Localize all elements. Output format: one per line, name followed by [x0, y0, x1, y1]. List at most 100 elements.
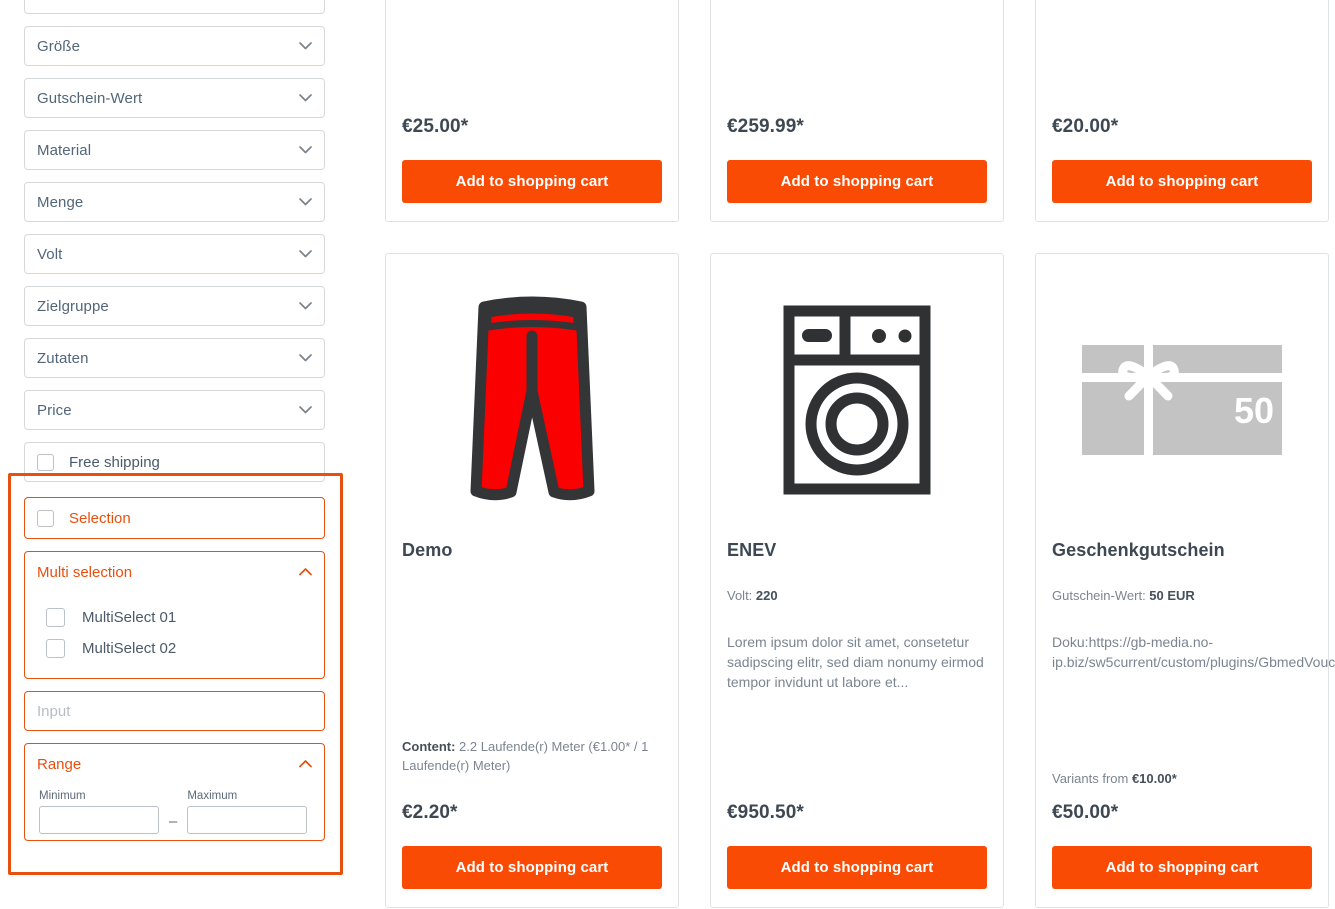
range-separator: –	[169, 813, 178, 830]
multiselect-02-checkbox[interactable]	[46, 639, 65, 658]
add-to-cart-button[interactable]: Add to shopping cart	[402, 160, 662, 203]
filter-list: Farbe Größe Gutschein-Wert Material Meng…	[24, 0, 325, 494]
chevron-down-icon[interactable]	[298, 195, 312, 209]
chevron-down-icon[interactable]	[298, 403, 312, 417]
product-grid: €25.00* Add to shopping cart €259.99* Ad…	[385, 0, 1335, 909]
add-to-cart-button[interactable]: Add to shopping cart	[1052, 160, 1312, 203]
filter-label: Material	[37, 141, 92, 159]
catalog-listing-page: Farbe Größe Gutschein-Wert Material Meng…	[0, 0, 1335, 909]
free-shipping-label: Free shipping	[69, 453, 160, 471]
chevron-down-icon[interactable]	[298, 299, 312, 313]
product-row-2: Demo Content: 2.2 Laufende(r) Meter (€1.…	[385, 253, 1335, 908]
range-max-label: Maximum	[187, 790, 238, 802]
product-price: €950.50*	[727, 802, 804, 823]
multi-selection-header[interactable]: Multi selection	[25, 552, 324, 592]
chevron-down-icon[interactable]	[298, 247, 312, 261]
product-card-voucher[interactable]: 50 Geschenkgutschein Gutschein-Wert: 50 …	[1035, 253, 1335, 908]
product-title: Geschenkgutschein	[1052, 540, 1225, 560]
product-variants-prefix: Variants from	[1052, 771, 1132, 786]
add-to-cart-button[interactable]: Add to shopping cart	[1052, 846, 1312, 889]
chevron-up-icon[interactable]	[298, 565, 312, 579]
filter-label: Zutaten	[37, 349, 89, 367]
multi-selection-title: Multi selection	[37, 563, 133, 581]
filter-sidebar: Farbe Größe Gutschein-Wert Material Meng…	[0, 0, 360, 909]
washing-machine-icon	[727, 270, 987, 530]
product-property: Volt: 220	[727, 587, 987, 606]
selection-checkbox[interactable]	[37, 509, 54, 527]
range-min-label: Minimum	[39, 790, 86, 802]
highlighted-filter-group: Selection Multi selection MultiSelect 01…	[24, 497, 325, 853]
filter-groesse[interactable]: Größe	[24, 26, 325, 66]
multiselect-01-label: MultiSelect 01	[82, 609, 177, 626]
range-fields: Minimum – Maximum	[25, 784, 324, 840]
product-card[interactable]: €20.00* Add to shopping cart	[1035, 0, 1329, 222]
product-property-label: Volt:	[727, 588, 753, 603]
filter-label: Größe	[37, 37, 81, 55]
filter-label: Menge	[37, 193, 84, 211]
filter-label: Farbe	[37, 0, 77, 3]
filter-label: Zielgruppe	[37, 297, 109, 315]
add-to-cart-button[interactable]: Add to shopping cart	[727, 160, 987, 203]
range-min-input[interactable]	[39, 806, 159, 834]
filter-multi-selection[interactable]: Multi selection MultiSelect 01 MultiSele…	[24, 551, 325, 679]
filter-gutschein-wert[interactable]: Gutschein-Wert	[24, 78, 325, 118]
filter-label: Gutschein-Wert	[37, 89, 143, 107]
product-price: €25.00*	[402, 116, 469, 137]
filter-selection[interactable]: Selection	[24, 497, 325, 539]
multiselect-02-label: MultiSelect 02	[82, 640, 177, 657]
product-property-label: Gutschein-Wert:	[1052, 588, 1146, 603]
filter-label: Volt	[37, 245, 63, 263]
free-shipping-checkbox[interactable]	[37, 453, 54, 471]
range-header[interactable]: Range	[25, 744, 324, 784]
product-price: €50.00*	[1052, 802, 1119, 823]
product-property: Content: 2.2 Laufende(r) Meter (€1.00* /…	[402, 738, 662, 776]
product-price: €259.99*	[727, 116, 804, 137]
filter-farbe[interactable]: Farbe	[24, 0, 325, 14]
product-price: €20.00*	[1052, 116, 1119, 137]
filter-volt[interactable]: Volt	[24, 234, 325, 274]
chevron-down-icon[interactable]	[298, 143, 312, 157]
chevron-down-icon[interactable]	[298, 91, 312, 105]
product-row-1: €25.00* Add to shopping cart €259.99* Ad…	[385, 0, 1335, 222]
filter-price[interactable]: Price	[24, 390, 325, 430]
product-description: Doku:https://gb-media.no-ip.biz/sw5curre…	[1052, 633, 1335, 671]
product-title: ENEV	[727, 540, 777, 560]
product-card-enev[interactable]: ENEV Volt: 220 Lorem ipsum dolor sit ame…	[710, 253, 1004, 908]
filter-zutaten[interactable]: Zutaten	[24, 338, 325, 378]
gift-voucher-icon: 50	[1052, 270, 1312, 530]
product-variants: Variants from €10.00*	[1052, 771, 1312, 786]
filter-text-input[interactable]	[24, 691, 325, 731]
chevron-down-icon[interactable]	[298, 39, 312, 53]
voucher-amount-text: 50	[1234, 390, 1274, 431]
product-variants-value: €10.00*	[1131, 771, 1177, 786]
filter-menge[interactable]: Menge	[24, 182, 325, 222]
filter-label: Price	[37, 401, 72, 419]
filter-range[interactable]: Range Minimum – Maximum	[24, 743, 325, 841]
red-pants-icon	[402, 270, 662, 530]
filter-free-shipping[interactable]: Free shipping	[24, 442, 325, 482]
range-title: Range	[37, 755, 82, 773]
add-to-cart-button[interactable]: Add to shopping cart	[727, 846, 987, 889]
multiselect-option-01[interactable]: MultiSelect 01	[37, 602, 312, 633]
product-title: Demo	[402, 540, 453, 560]
product-card[interactable]: €25.00* Add to shopping cart	[385, 0, 679, 222]
product-property-label: Content:	[402, 739, 456, 755]
product-property-value: 220	[752, 588, 778, 603]
filter-zielgruppe[interactable]: Zielgruppe	[24, 286, 325, 326]
selection-label: Selection	[69, 509, 131, 527]
multi-selection-options: MultiSelect 01 MultiSelect 02	[25, 592, 324, 678]
filter-material[interactable]: Material	[24, 130, 325, 170]
chevron-down-icon[interactable]	[298, 0, 312, 1]
add-to-cart-button[interactable]: Add to shopping cart	[402, 846, 662, 889]
product-description: Lorem ipsum dolor sit amet, consetetur s…	[727, 633, 984, 691]
product-property-value: 50 EUR	[1145, 588, 1195, 603]
multiselect-01-checkbox[interactable]	[46, 608, 65, 627]
product-price: €2.20*	[402, 802, 458, 823]
product-property: Gutschein-Wert: 50 EUR	[1052, 587, 1312, 606]
product-card-demo[interactable]: Demo Content: 2.2 Laufende(r) Meter (€1.…	[385, 253, 679, 908]
range-max-input[interactable]	[187, 806, 308, 834]
chevron-down-icon[interactable]	[298, 351, 312, 365]
chevron-up-icon[interactable]	[298, 757, 312, 771]
multiselect-option-02[interactable]: MultiSelect 02	[37, 633, 312, 664]
product-card[interactable]: €259.99* Add to shopping cart	[710, 0, 1004, 222]
